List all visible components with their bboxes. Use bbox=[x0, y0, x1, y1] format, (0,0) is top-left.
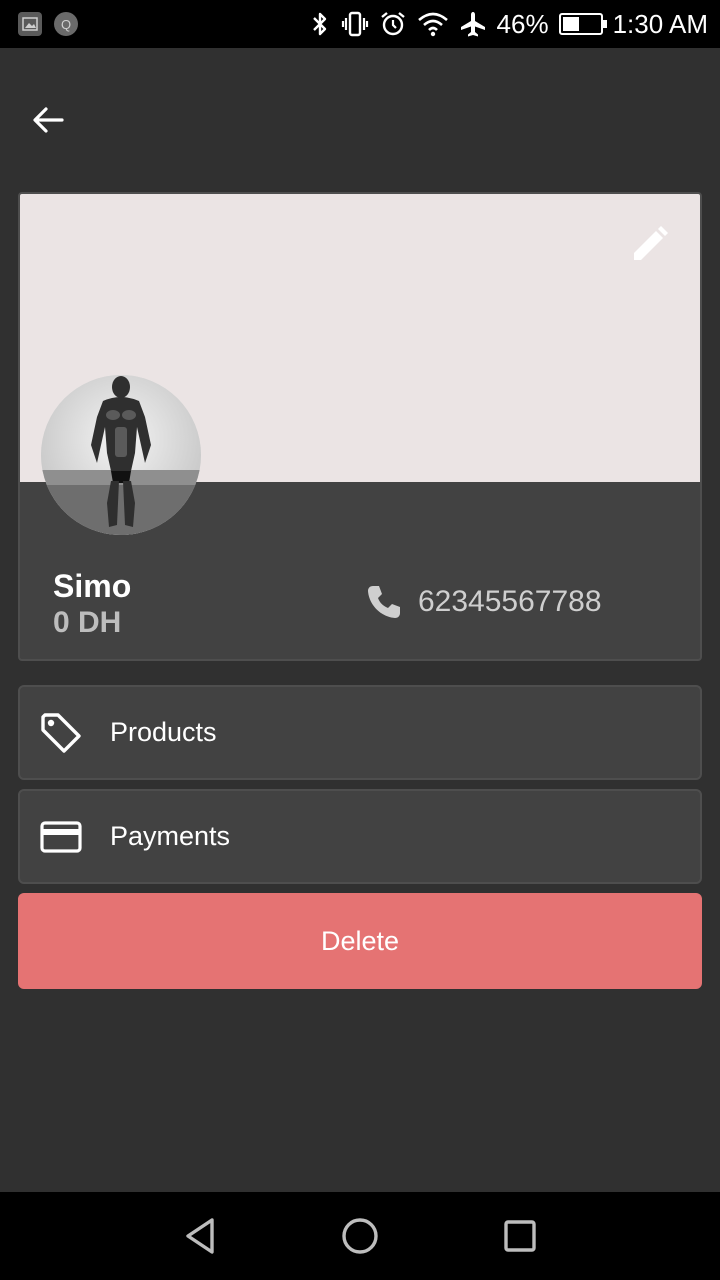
q-notification-letter: Q bbox=[60, 16, 72, 32]
battery-percent: 46% bbox=[496, 8, 549, 39]
status-bar: Q 46% 1:30 AM bbox=[0, 0, 720, 48]
airplane-mode-icon bbox=[459, 10, 487, 38]
products-button[interactable]: Products bbox=[18, 685, 702, 780]
battery-level bbox=[562, 17, 580, 31]
phone-row[interactable]: 62345567788 bbox=[364, 582, 602, 622]
home-circle-icon bbox=[342, 1218, 378, 1254]
bluetooth-icon bbox=[309, 10, 331, 38]
clock: 1:30 AM bbox=[612, 8, 708, 39]
avatar[interactable] bbox=[41, 375, 201, 535]
back-triangle-icon bbox=[186, 1218, 214, 1254]
q-notification-icon: Q bbox=[54, 12, 78, 36]
arrow-back-icon bbox=[33, 107, 64, 133]
delete-button[interactable]: Delete bbox=[18, 893, 702, 989]
customer-balance: 0 DH bbox=[53, 606, 122, 639]
payments-button[interactable]: Payments bbox=[18, 789, 702, 884]
status-indicators: 46% 1:30 AM bbox=[309, 8, 708, 40]
tag-icon bbox=[38, 710, 84, 756]
wifi-icon bbox=[417, 11, 449, 37]
phone-icon bbox=[368, 586, 400, 618]
pencil-icon bbox=[634, 226, 668, 260]
credit-card-icon bbox=[38, 814, 84, 860]
payments-label: Payments bbox=[110, 821, 231, 851]
nav-back-button[interactable] bbox=[176, 1212, 224, 1260]
edit-profile-button[interactable] bbox=[626, 220, 674, 268]
vibrate-icon bbox=[341, 10, 369, 38]
battery-icon bbox=[558, 13, 607, 35]
nav-home-button[interactable] bbox=[336, 1212, 384, 1260]
gallery-notification-icon bbox=[18, 12, 42, 36]
alarm-icon bbox=[379, 10, 407, 38]
status-notifications: Q bbox=[18, 12, 78, 36]
recents-square-icon bbox=[504, 1220, 536, 1252]
nav-recents-button[interactable] bbox=[496, 1212, 544, 1260]
customer-name: Simo bbox=[53, 568, 132, 604]
back-button[interactable] bbox=[24, 96, 72, 144]
profile-card: Simo 0 DH 62345567788 bbox=[18, 192, 702, 661]
products-label: Products bbox=[110, 717, 217, 747]
profile-photo bbox=[41, 375, 201, 535]
navigation-bar bbox=[0, 1192, 720, 1280]
phone-number: 62345567788 bbox=[418, 585, 602, 618]
